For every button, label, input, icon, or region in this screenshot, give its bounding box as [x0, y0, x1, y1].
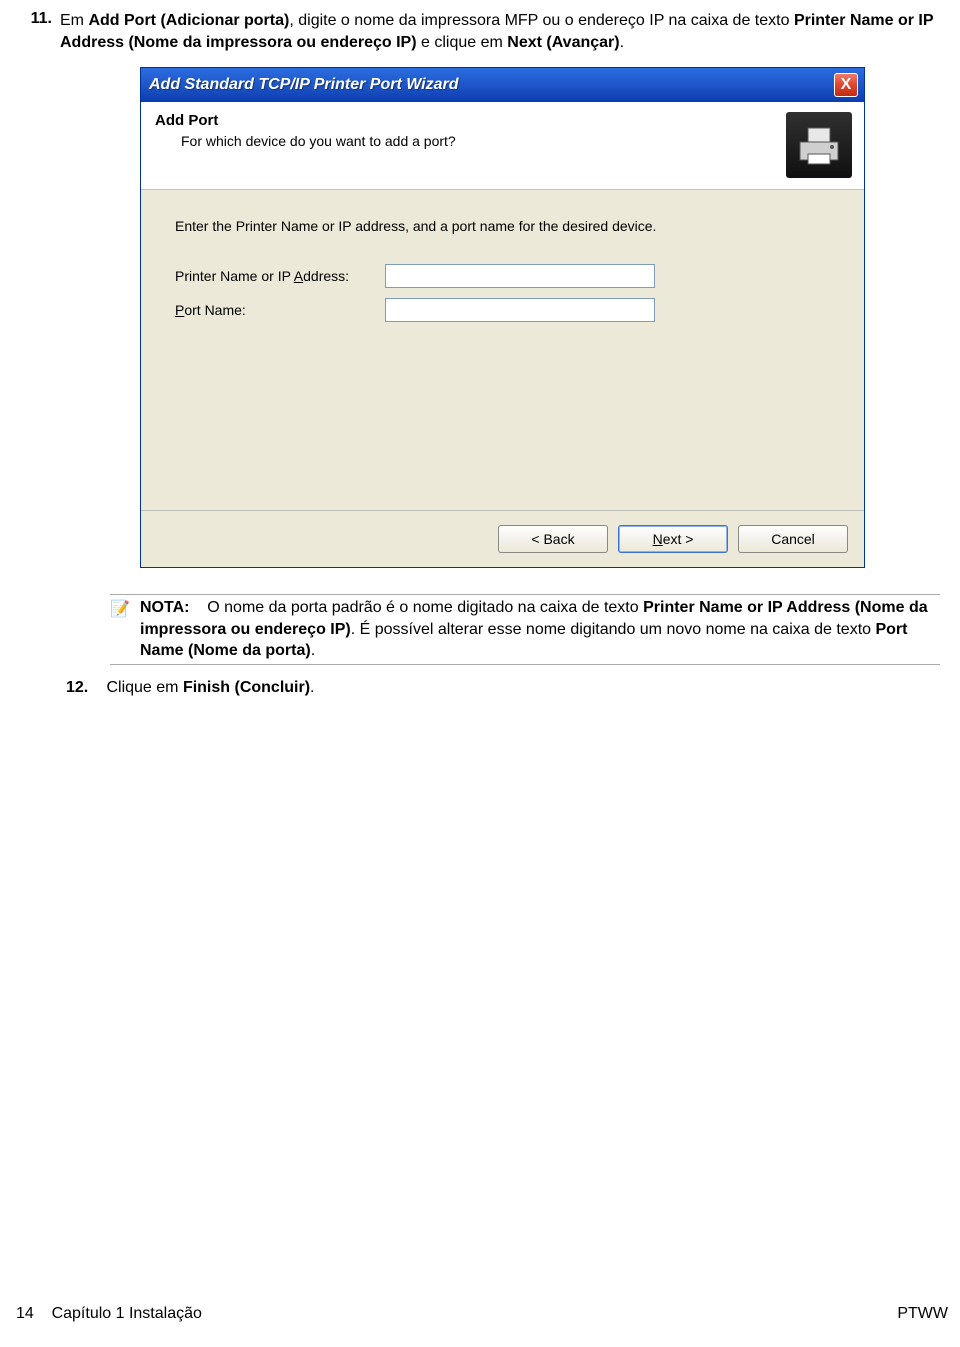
wizard-header-subtitle: For which device do you want to add a po… — [181, 133, 850, 149]
step-number: 12. — [66, 679, 102, 697]
printer-icon — [786, 112, 852, 178]
wizard-header: Add Port For which device do you want to… — [141, 102, 864, 190]
titlebar: Add Standard TCP/IP Printer Port Wizard … — [141, 68, 864, 102]
wizard-content: Enter the Printer Name or IP address, an… — [141, 190, 864, 510]
wizard-instruction: Enter the Printer Name or IP address, an… — [175, 218, 830, 234]
port-name-input[interactable] — [385, 298, 655, 322]
field-port-name: Port Name: — [175, 298, 830, 322]
note-text: NOTA: O nome da porta padrão é o nome di… — [140, 597, 940, 662]
back-button[interactable]: < Back — [498, 525, 608, 553]
footer-right: PTWW — [897, 1305, 948, 1323]
step-11: 11. Em Add Port (Adicionar porta), digit… — [10, 10, 950, 53]
wizard-header-title: Add Port — [155, 112, 850, 129]
cancel-button[interactable]: Cancel — [738, 525, 848, 553]
page-footer: 14 Capítulo 1 Instalação PTWW — [16, 1305, 948, 1323]
step-text: Em Add Port (Adicionar porta), digite o … — [60, 10, 950, 53]
step-12: 12. Clique em Finish (Concluir). — [66, 679, 950, 697]
port-name-label: Port Name: — [175, 302, 385, 318]
wizard-dialog: Add Standard TCP/IP Printer Port Wizard … — [140, 67, 865, 568]
printer-name-input[interactable] — [385, 264, 655, 288]
footer-left: 14 Capítulo 1 Instalação — [16, 1305, 202, 1323]
window-title: Add Standard TCP/IP Printer Port Wizard — [149, 76, 459, 94]
wizard-buttons: < Back Next > Cancel — [141, 510, 864, 567]
note-block: 📝 NOTA: O nome da porta padrão é o nome … — [110, 594, 940, 665]
close-icon: X — [841, 77, 852, 93]
printer-name-label: Printer Name or IP Address: — [175, 268, 385, 284]
note-icon: 📝 — [110, 597, 140, 662]
field-printer-name: Printer Name or IP Address: — [175, 264, 830, 288]
step-number: 11. — [10, 10, 60, 53]
close-button[interactable]: X — [834, 73, 858, 97]
next-button[interactable]: Next > — [618, 525, 728, 553]
